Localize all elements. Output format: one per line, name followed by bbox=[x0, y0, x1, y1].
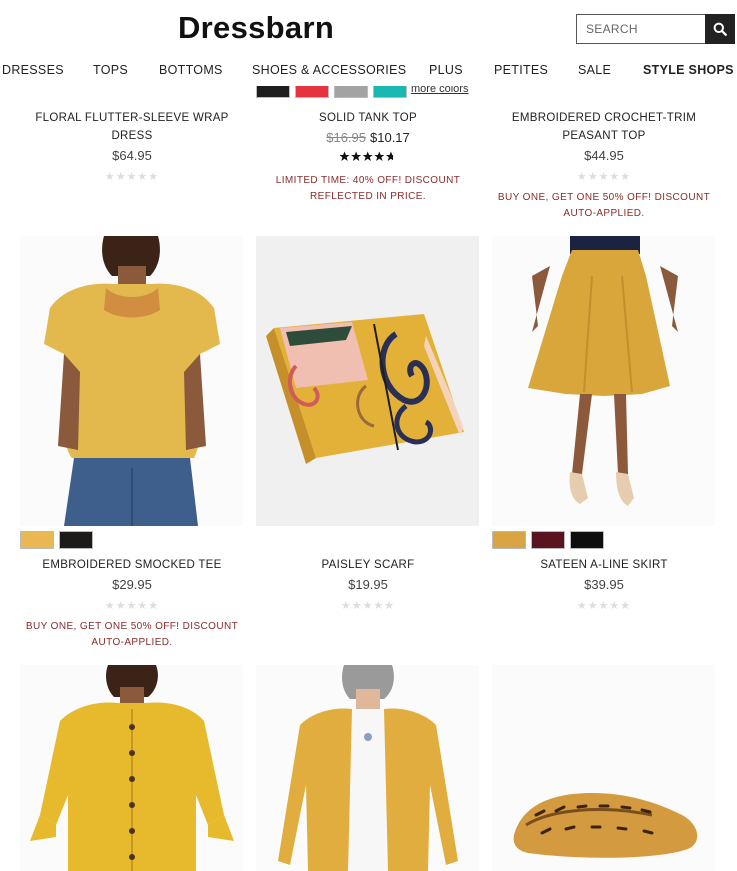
product-image[interactable] bbox=[492, 236, 715, 526]
nav-tops[interactable]: TOPS bbox=[93, 63, 128, 77]
smocked-tee-photo bbox=[20, 236, 243, 526]
nav-bottoms[interactable]: BOTTOMS bbox=[159, 63, 223, 77]
nav-plus[interactable]: PLUS bbox=[429, 63, 463, 77]
product-name[interactable]: SATEEN A-LINE SKIRT bbox=[492, 556, 716, 574]
product-name[interactable]: SOLID TANK TOP bbox=[256, 109, 480, 127]
button-blouse-photo bbox=[20, 665, 243, 871]
site-logo[interactable]: Dressbarn bbox=[178, 10, 334, 46]
site-header: Dressbarn bbox=[0, 0, 737, 58]
cardigan-photo bbox=[256, 665, 479, 871]
sale-price: $10.17 bbox=[370, 130, 410, 145]
price-value: $39.95 bbox=[584, 577, 624, 592]
color-swatch[interactable] bbox=[334, 86, 368, 98]
price-value: $64.95 bbox=[112, 148, 152, 163]
product-price: $16.95 $10.17 bbox=[256, 130, 480, 145]
flat-shoe-photo bbox=[492, 665, 715, 871]
product-name[interactable]: EMBROIDERED SMOCKED TEE bbox=[20, 556, 244, 574]
color-swatch[interactable] bbox=[59, 531, 93, 549]
color-swatch[interactable] bbox=[373, 86, 407, 98]
search-input[interactable] bbox=[576, 14, 705, 44]
product-image[interactable] bbox=[20, 236, 243, 526]
product-image[interactable] bbox=[20, 665, 243, 871]
product-price: $19.95 bbox=[256, 577, 480, 592]
nav-petites[interactable]: PETITES bbox=[494, 63, 548, 77]
promo-message: BUY ONE, GET ONE 50% OFF! DISCOUNT AUTO-… bbox=[497, 192, 711, 219]
rating-stars: ★★★★★ bbox=[104, 171, 160, 183]
nav-style-shops[interactable]: STYLE SHOPS bbox=[643, 63, 734, 77]
search-bar bbox=[576, 14, 735, 44]
product-name[interactable]: PAISLEY SCARF bbox=[256, 556, 480, 574]
product-price: $64.95 bbox=[20, 148, 244, 163]
nav-shoes-accessories[interactable]: SHOES & ACCESSORIES bbox=[252, 63, 406, 77]
price-value: $44.95 bbox=[584, 148, 624, 163]
product-image[interactable] bbox=[492, 665, 715, 871]
color-swatch[interactable] bbox=[20, 531, 54, 549]
search-button[interactable] bbox=[705, 14, 735, 44]
promo-message: BUY ONE, GET ONE 50% OFF! DISCOUNT AUTO-… bbox=[25, 621, 239, 648]
price-value: $29.95 bbox=[112, 577, 152, 592]
product-image[interactable] bbox=[256, 236, 479, 526]
product-price: $29.95 bbox=[20, 577, 244, 592]
nav-dresses[interactable]: DRESSES bbox=[2, 63, 64, 77]
product-price: $44.95 bbox=[492, 148, 716, 163]
product-image[interactable] bbox=[256, 665, 479, 871]
original-price: $16.95 bbox=[326, 130, 366, 145]
rating-stars: ★★★★★ bbox=[104, 600, 160, 612]
color-swatch[interactable] bbox=[295, 86, 329, 98]
rating-stars: ★★★★★ bbox=[576, 600, 632, 612]
rating-stars: ★★★★★ bbox=[340, 600, 396, 612]
rating-stars bbox=[256, 151, 480, 165]
color-swatch[interactable] bbox=[570, 531, 604, 549]
paisley-scarf-photo bbox=[256, 236, 479, 526]
product-name[interactable]: FLORAL FLUTTER-SLEEVE WRAP DRESS bbox=[20, 109, 244, 145]
nav-sale[interactable]: SALE bbox=[578, 63, 611, 77]
aline-skirt-photo bbox=[492, 236, 715, 526]
star-rating-icon bbox=[339, 151, 393, 161]
more-colors-link[interactable]: more colors bbox=[411, 86, 468, 95]
price-value: $19.95 bbox=[348, 577, 388, 592]
rating-stars: ★★★★★ bbox=[576, 171, 632, 183]
product-name[interactable]: EMBROIDERED CROCHET-TRIM PEASANT TOP bbox=[492, 109, 716, 145]
search-icon bbox=[713, 22, 727, 36]
color-swatch[interactable] bbox=[256, 86, 290, 98]
color-swatch[interactable] bbox=[492, 531, 526, 549]
main-nav: DRESSES TOPS BOTTOMS SHOES & ACCESSORIES… bbox=[0, 58, 737, 86]
promo-message: LIMITED TIME: 40% OFF! DISCOUNT REFLECTE… bbox=[275, 175, 461, 202]
product-price: $39.95 bbox=[492, 577, 716, 592]
color-swatch[interactable] bbox=[531, 531, 565, 549]
product-grid: more colors FLORAL FLUTTER-SLEEVE WRAP D… bbox=[0, 86, 737, 871]
